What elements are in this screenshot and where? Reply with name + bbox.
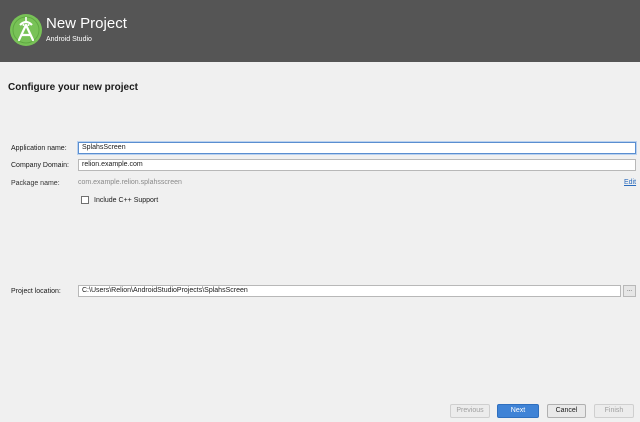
window-subtitle: Android Studio [46,36,92,43]
next-button[interactable]: Next [497,404,539,418]
application-name-input[interactable] [78,142,636,154]
previous-button[interactable]: Previous [450,404,490,418]
cancel-button[interactable]: Cancel [547,404,586,418]
project-location-label: Project location: [11,288,61,295]
include-cpp-label[interactable]: Include C++ Support [94,197,158,204]
company-domain-input[interactable] [78,159,636,171]
application-name-label: Application name: [11,145,67,152]
android-studio-logo-icon [10,14,42,46]
browse-location-button[interactable]: ... [623,285,636,297]
finish-button[interactable]: Finish [594,404,634,418]
window-title: New Project [46,15,127,32]
project-location-input[interactable] [78,285,621,297]
page-heading: Configure your new project [8,82,139,93]
package-name-label: Package name: [11,180,60,187]
include-cpp-checkbox[interactable] [81,196,89,204]
company-domain-label: Company Domain: [11,162,69,169]
package-name-value: com.example.relion.splahsscreen [78,179,182,186]
window-header: New Project Android Studio [0,0,640,62]
edit-package-link[interactable]: Edit [624,179,636,186]
